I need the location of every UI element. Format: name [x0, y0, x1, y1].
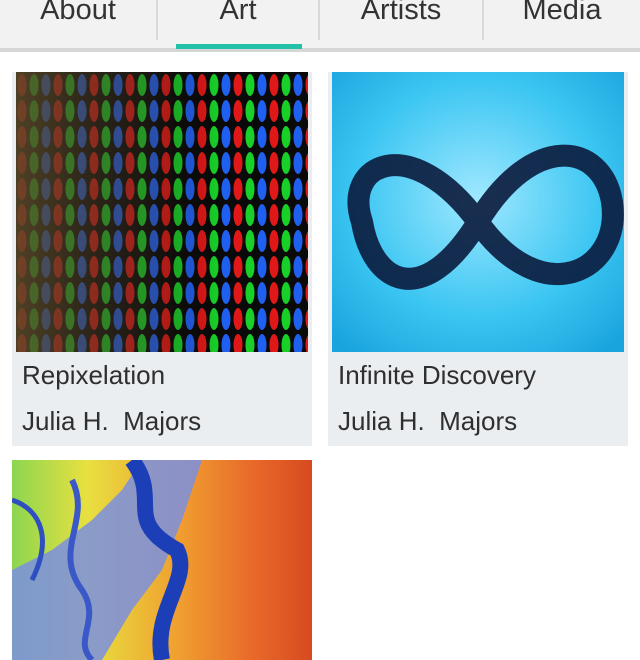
artwork-artist: Julia H. Majors: [22, 406, 202, 436]
artwork-card-infinite-discovery[interactable]: Infinite Discovery Julia H. Majors: [328, 72, 628, 446]
artwork-title: Infinite Discovery: [338, 360, 536, 390]
tab-bar: About Art Artists Media: [0, 0, 640, 52]
tab-media-label: Media: [522, 0, 602, 26]
artwork-image-repixelation: [16, 72, 308, 352]
selected-tab-indicator: [176, 44, 302, 49]
tab-artists-label: Artists: [360, 0, 442, 26]
artwork-image-map: [12, 460, 312, 660]
tab-artists[interactable]: Artists: [320, 0, 482, 48]
tab-about-label: About: [40, 0, 116, 26]
tab-about[interactable]: About: [0, 0, 156, 48]
artwork-artist: Julia H. Majors: [338, 406, 518, 436]
tab-art[interactable]: Art: [158, 0, 318, 48]
artwork-card-map[interactable]: [12, 460, 312, 660]
tab-art-label: Art: [219, 0, 257, 26]
artwork-card-repixelation[interactable]: Repixelation Julia H. Majors: [12, 72, 312, 446]
tab-media[interactable]: Media: [484, 0, 640, 48]
artwork-image-infinite-discovery: [332, 72, 624, 352]
artwork-title: Repixelation: [22, 360, 166, 390]
